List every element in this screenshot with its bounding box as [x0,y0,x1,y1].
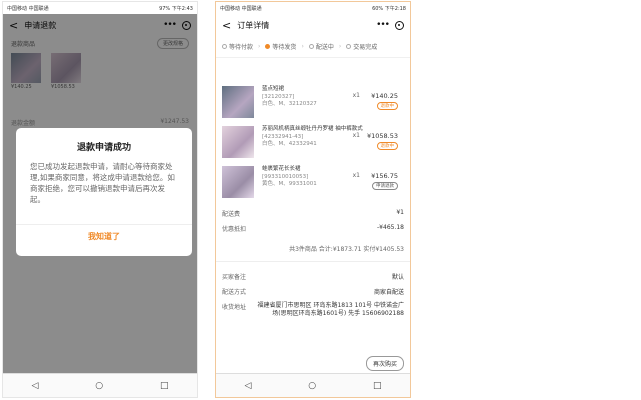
nav-home-icon[interactable]: ○ [95,381,103,391]
list-item[interactable]: 蛙裹繁花长长裙 [993310010053] 黄色、M、99331001 x1 … [222,166,404,204]
product-qty: x1 [352,172,360,179]
product-price: ¥156.75 [371,172,398,180]
refund-success-dialog: 退款申请成功 您已成功发起退款申请，请耐心等待商家处理,如果商家同意，将这成申请… [16,128,192,256]
remark-value: 默认 [391,274,404,281]
shipping-fee-value: ¥1 [396,209,404,216]
step-label: 等待发货 [272,44,297,51]
status-left: 中国移动 中国联通 [220,5,262,12]
step-item: 等待付款 › [222,42,260,51]
dialog-title: 退款申请成功 [76,143,131,153]
confirm-button[interactable]: 我知道了 [16,231,192,242]
product-image [222,126,254,158]
delivery-row: 配送方式 商家自配送 [222,287,404,296]
buy-again-button[interactable]: 再次购买 [365,356,404,371]
title-bar: < 订单详情 ••• [216,14,410,36]
left-phone: 中国移动 中国联通 97% 下午2:43 < 申请退款 ••• 退款商品 更改规… [2,1,198,398]
remark-label: 买家备注 [222,274,247,281]
product-image [222,86,254,118]
step-label: 配送中 [315,44,334,51]
product-qty: x1 [352,132,360,139]
close-target-icon[interactable] [395,20,404,30]
refund-status-badge[interactable]: 退款中 [376,102,398,110]
screenshot-canvas: 中国移动 中国联通 97% 下午2:43 < 申请退款 ••• 退款商品 更改规… [0,0,641,400]
system-nav-bar: ◁ ○ □ [3,373,197,397]
step-label: 交易完成 [353,44,378,51]
order-info: 买家备注 默认 配送方式 商家自配送 收货地址 福建省厦门市思明区 环岛东路18… [216,262,410,322]
delivery-value: 商家自配送 [373,289,404,296]
delivery-label: 配送方式 [222,289,247,296]
status-left: 中国移动 中国联通 [7,5,49,12]
address-label: 收货地址 [222,304,247,311]
shipping-fee-row: 配送费 ¥1 [216,206,410,221]
address-row: 收货地址 福建省厦门市思明区 环岛东路1813 101号 中铁诺金广场(思明区环… [222,302,404,318]
list-item[interactable]: 蓝点短裙 [32120327] 白色、M、32120327 x1 ¥140.25… [222,86,404,124]
discount-value: -¥465.18 [377,224,404,231]
status-bar: 中国移动 中国联通 60% 下午2:18 [216,2,410,14]
more-icon[interactable]: ••• [376,20,390,30]
product-qty: x1 [352,92,360,99]
order-items: 蓝点短裙 [32120327] 白色、M、32120327 x1 ¥140.25… [216,86,410,204]
page-title: 订单详情 [237,20,270,30]
nav-back-icon[interactable]: ◁ [31,381,38,391]
mini-program-capsule: ••• [376,20,404,30]
order-progress: 等待付款 › 等待发货 › 配送中 › 交易完成 [216,36,410,58]
nav-recent-icon[interactable]: □ [373,381,382,391]
discount-label: 优惠抵扣 [222,226,247,233]
apply-refund-button[interactable]: 申请退款 [372,182,398,190]
product-image [222,166,254,198]
step-dot-icon [265,44,271,49]
step-item: 交易完成 [346,42,377,51]
step-item: 配送中 › [308,42,341,51]
shipping-fee-label: 配送费 [222,211,241,218]
step-dot-icon [308,44,314,49]
status-right: 60% 下午2:18 [372,5,406,12]
nav-back-icon[interactable]: ◁ [244,381,251,391]
status-right: 97% 下午2:43 [159,5,193,12]
discount-row: 优惠抵扣 -¥465.18 [216,221,410,236]
address-value: 福建省厦门市思明区 环岛东路1813 101号 中铁诺金广场(思明区环岛东路16… [257,302,404,317]
nav-recent-icon[interactable]: □ [160,381,169,391]
remark-row: 买家备注 默认 [222,272,404,281]
step-dot-icon [346,44,352,49]
nav-home-icon[interactable]: ○ [308,381,316,391]
list-item[interactable]: 苏丽风机柄真丝缎牡丹丹罗裙 袖中裤款式 [42332941-43] 白色、M、4… [222,126,404,164]
step-label: 等待付款 [229,44,254,51]
status-bar: 中国移动 中国联通 97% 下午2:43 [3,2,197,14]
system-nav-bar: ◁ ○ □ [216,373,410,397]
step-item: 等待发货 › [265,42,304,51]
product-price: ¥140.25 [371,92,398,100]
back-arrow-icon[interactable]: < [222,19,231,32]
product-price: ¥1058.53 [366,132,398,140]
dialog-message: 您已成功发起退款申请，请耐心等待商家处理,如果商家同意，将这成申请退款给您。如商… [30,162,175,204]
order-summary: 共3件商品 合计:¥1873.71 实付¥1405.53 [216,236,410,262]
right-phone: 中国移动 中国联通 60% 下午2:18 < 订单详情 ••• 等待付款 › 等待… [215,1,411,398]
refund-status-badge[interactable]: 退款中 [376,142,398,150]
step-dot-icon [222,44,227,49]
dialog-divider [16,224,192,225]
